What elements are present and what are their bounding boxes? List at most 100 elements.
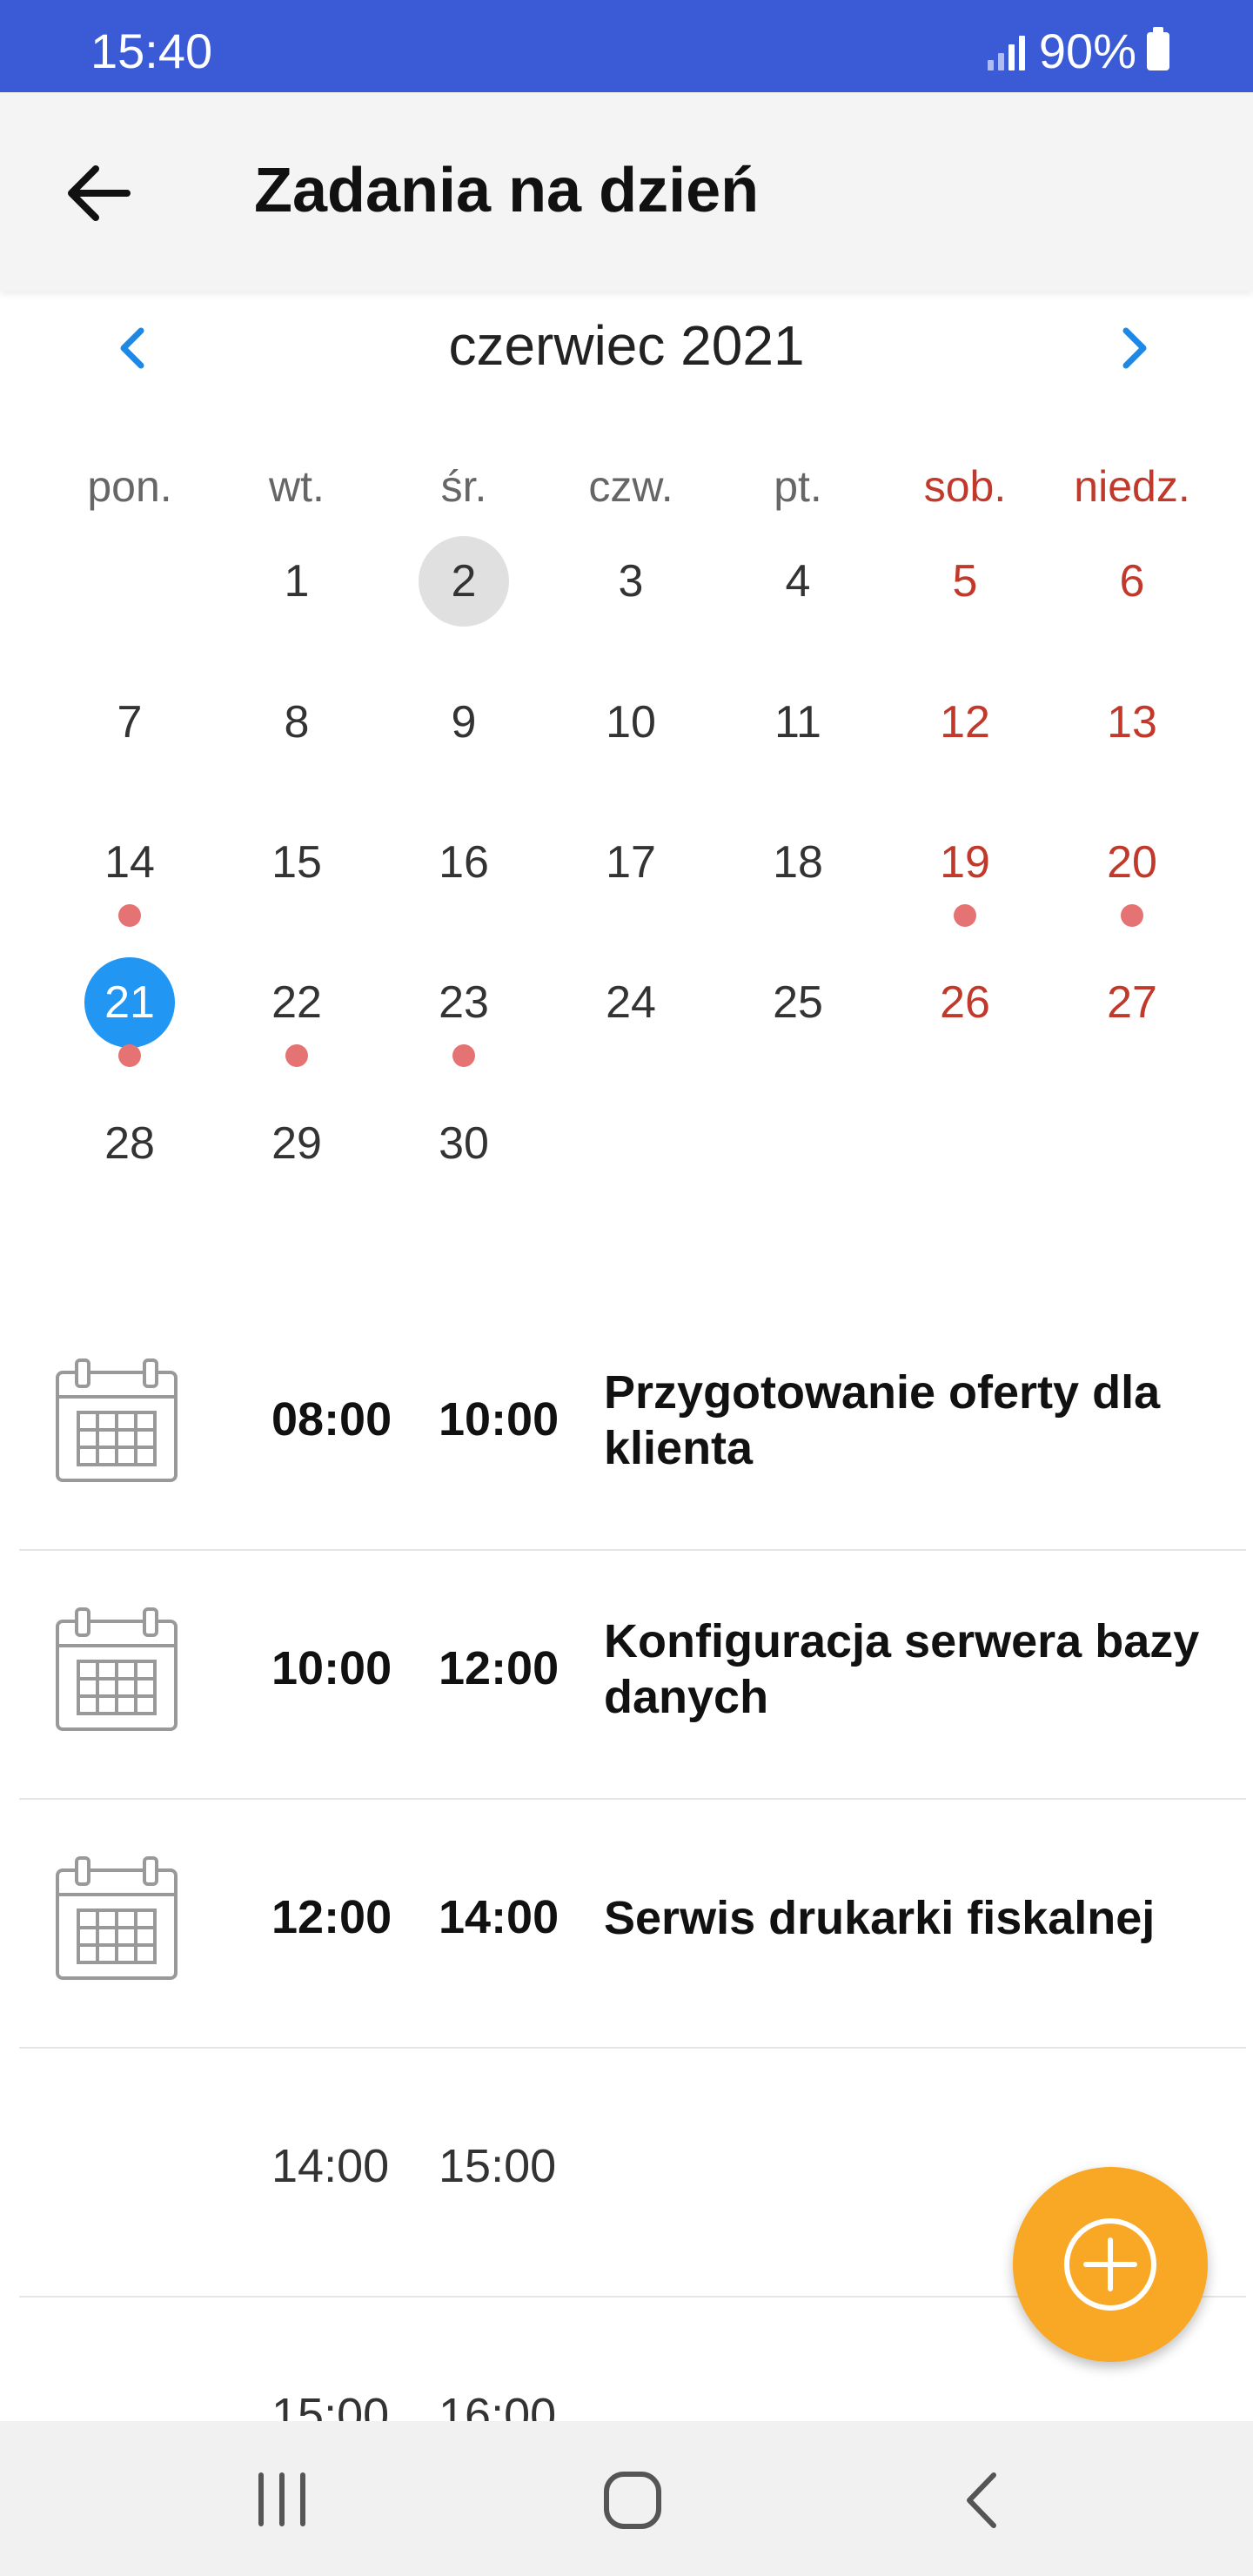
calendar-day-number: 4 [785, 556, 811, 607]
calendar-day-number: 27 [1107, 977, 1157, 1028]
status-indicators: 90% [987, 23, 1169, 79]
battery-icon [1147, 26, 1169, 70]
calendar-day[interactable]: 15 [213, 817, 380, 913]
task-indicator-dot [118, 1044, 141, 1067]
calendar-day-number: 23 [439, 977, 489, 1028]
calendar-day[interactable]: 25 [714, 957, 881, 1053]
calendar-day[interactable]: 2 [380, 536, 547, 632]
calendar-day[interactable]: 6 [1049, 536, 1216, 632]
calendar-day-number: 19 [940, 837, 990, 888]
task-start-time: 08:00 [271, 1393, 392, 1446]
month-title: czerwiec 2021 [448, 314, 805, 377]
task-title: Serwis drukarki fiskalnej [604, 1892, 1156, 1944]
home-icon [604, 2472, 661, 2529]
calendar-day[interactable]: 24 [547, 957, 714, 1053]
weekday-label: śr. [440, 462, 487, 511]
page-title: Zadania na dzień [254, 156, 760, 225]
calendar-day[interactable]: 1 [213, 536, 380, 632]
calendar-day-number: 26 [940, 977, 990, 1028]
calendar-day-number: 9 [451, 697, 477, 748]
calendar-day-number: 3 [618, 556, 644, 607]
task-title: Przygotowanie oferty dla klienta [604, 1366, 1161, 1474]
arrow-left-icon [68, 165, 131, 221]
calendar-day[interactable]: 26 [881, 957, 1049, 1053]
calendar-day[interactable]: 11 [714, 677, 881, 773]
calendar-day[interactable]: 14 [46, 817, 213, 927]
calendar-day[interactable]: 29 [213, 1098, 380, 1194]
calendar-day-number: 29 [271, 1118, 322, 1169]
calendar-day-number: 5 [952, 556, 978, 607]
calendar-day-number: 14 [104, 837, 155, 888]
task-indicator-dot [954, 904, 976, 927]
calendar-day[interactable]: 12 [881, 677, 1049, 773]
calendar-day[interactable]: 23 [380, 957, 547, 1067]
task-item[interactable]: 10:00 12:00 Konfiguracja serwera bazy dany… [0, 1556, 1253, 1805]
calendar-icon [54, 1604, 179, 1734]
weekday-label: wt. [269, 462, 325, 511]
task-start-time: 12:00 [271, 1891, 392, 1943]
calendar-day[interactable]: 13 [1049, 677, 1216, 773]
next-month-button[interactable] [1100, 313, 1169, 383]
calendar-day-number: 7 [117, 697, 143, 748]
calendar-icon [54, 1853, 179, 1983]
calendar-day[interactable]: 7 [46, 677, 213, 773]
home-button[interactable] [602, 2470, 663, 2531]
calendar-day[interactable]: 18 [714, 817, 881, 913]
calendar-day[interactable]: 8 [213, 677, 380, 773]
previous-month-button[interactable] [97, 313, 167, 383]
calendar-day[interactable]: 3 [547, 536, 714, 632]
system-back-button[interactable] [955, 2468, 1008, 2532]
calendar-day-number: 25 [773, 977, 823, 1028]
status-bar: 15:40 90% [0, 0, 1253, 92]
weekday-label: czw. [588, 462, 673, 511]
calendar-day[interactable]: 9 [380, 677, 547, 773]
calendar-day-number: 1 [284, 556, 310, 607]
calendar-day-number: 8 [284, 697, 310, 748]
calendar-day-number: 13 [1107, 697, 1157, 748]
calendar-day-number: 28 [104, 1118, 155, 1169]
recent-apps-button[interactable] [254, 2472, 310, 2527]
task-indicator-dot [285, 1044, 308, 1067]
add-task-button[interactable] [1013, 2167, 1208, 2362]
signal-icon [987, 32, 1025, 70]
calendar-day-number: 12 [940, 697, 990, 748]
task-title: Konfiguracja serwera bazy danych [604, 1615, 1200, 1723]
calendar-day-number: 17 [606, 837, 656, 888]
calendar-day-number: 30 [439, 1118, 489, 1169]
divider [19, 1798, 1246, 1800]
back-button[interactable] [56, 150, 143, 237]
task-item[interactable]: 08:00 10:00 Przygotowanie oferty dla klien… [0, 1307, 1253, 1556]
calendar-day[interactable]: 10 [547, 677, 714, 773]
calendar-day[interactable]: 30 [380, 1098, 547, 1194]
calendar-day-number: 22 [271, 977, 322, 1028]
calendar-icon [54, 1355, 179, 1486]
calendar-day-number: 20 [1107, 837, 1157, 888]
calendar-day[interactable]: 22 [213, 957, 380, 1067]
recent-apps-icon [258, 2472, 305, 2526]
calendar-day[interactable]: 28 [46, 1098, 213, 1194]
task-start-time: 10:00 [271, 1642, 392, 1694]
calendar-day-number: 18 [773, 837, 823, 888]
task-end-time: 14:00 [439, 1891, 559, 1943]
calendar-day[interactable]: 21 [46, 957, 213, 1067]
weekday-label: pon. [87, 462, 172, 511]
calendar-day[interactable]: 16 [380, 817, 547, 913]
system-nav-bar [0, 2421, 1253, 2576]
task-indicator-dot [452, 1044, 475, 1067]
calendar-day[interactable]: 19 [881, 817, 1049, 927]
task-item[interactable]: 12:00 14:00 Serwis drukarki fiskalnej [0, 1805, 1253, 2054]
task-indicator-dot [1121, 904, 1143, 927]
divider [19, 2047, 1246, 2049]
add-circle-icon [1064, 2218, 1156, 2311]
calendar-day[interactable]: 4 [714, 536, 881, 632]
calendar-day[interactable]: 20 [1049, 817, 1216, 927]
calendar-day[interactable]: 27 [1049, 957, 1216, 1053]
app-bar: Zadania na dzień [0, 92, 1253, 291]
chevron-left-icon [120, 327, 144, 369]
calendar-day[interactable]: 17 [547, 817, 714, 913]
task-end-time: 15:00 [439, 2140, 557, 2192]
task-start-time: 14:00 [271, 2140, 390, 2192]
calendar-day[interactable]: 5 [881, 536, 1049, 632]
calendar-day-number: 21 [84, 957, 175, 1048]
calendar-day-number: 16 [439, 837, 489, 888]
